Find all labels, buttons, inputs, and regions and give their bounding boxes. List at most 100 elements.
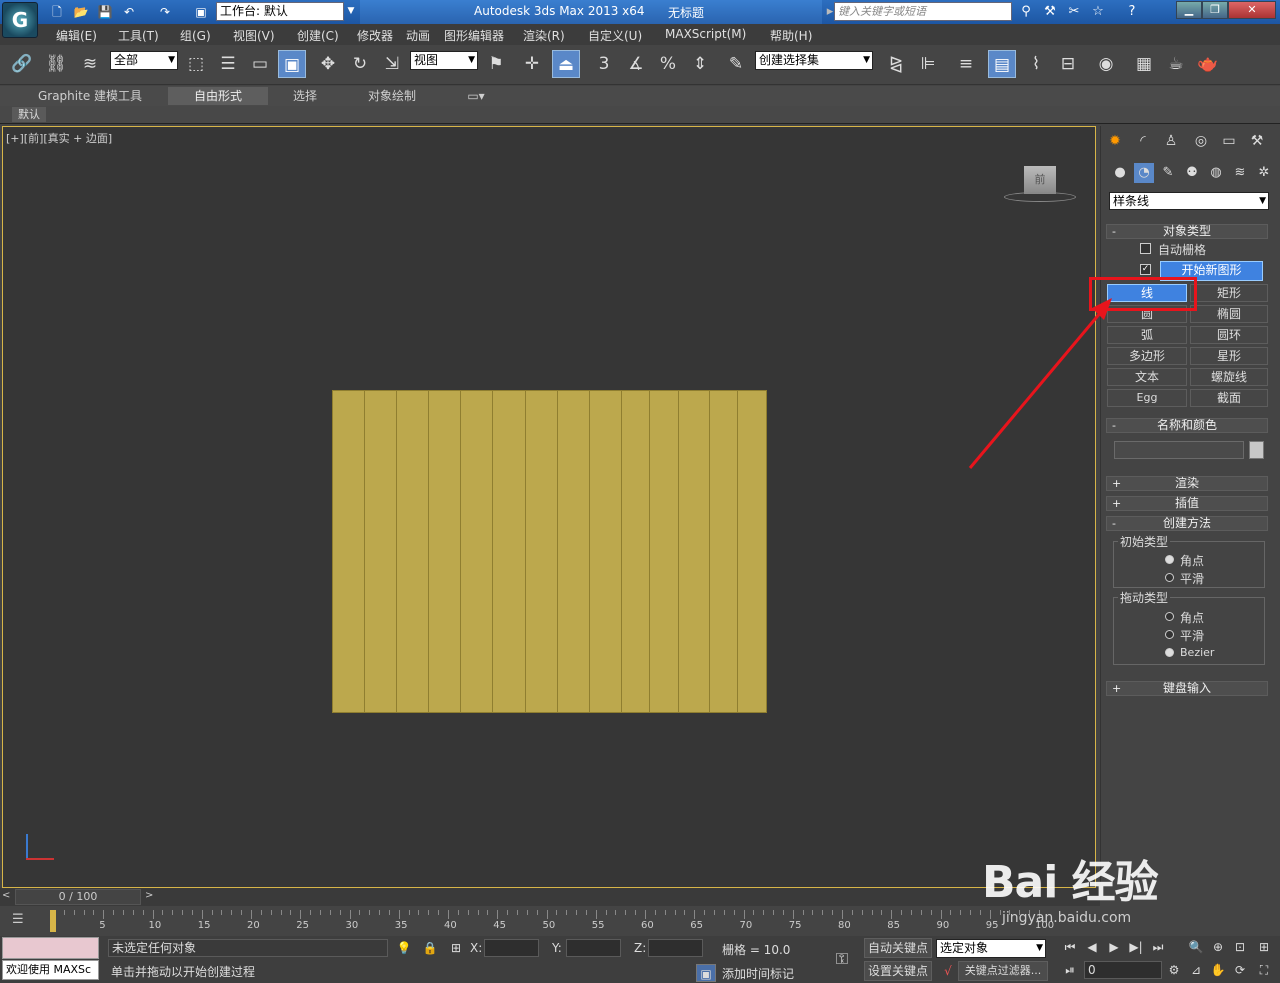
percent-snap-icon[interactable]: % — [654, 50, 682, 78]
move-icon[interactable]: ✥ — [314, 50, 342, 78]
go-end-icon[interactable]: ⏭ — [1148, 938, 1168, 956]
mirror-icon[interactable]: ⧎ — [882, 50, 910, 78]
isolate-bulb-icon[interactable]: 💡 — [394, 939, 414, 957]
help-icon[interactable]: ? — [1122, 3, 1142, 21]
angle-snap-icon[interactable]: ∡ — [622, 50, 650, 78]
absolute-mode-icon[interactable]: ⊞ — [446, 939, 466, 957]
binoculars-icon[interactable]: ⚲ — [1016, 3, 1036, 21]
tab-graphite[interactable]: Graphite 建模工具 — [30, 87, 150, 105]
autogrid-checkbox[interactable] — [1140, 243, 1151, 254]
time-next-icon[interactable]: > — [145, 890, 153, 901]
minimize-button[interactable]: ▁ — [1176, 1, 1202, 19]
app-logo-icon[interactable]: G — [2, 2, 38, 38]
rollout-object-type[interactable]: - 对象类型 — [1106, 224, 1268, 239]
lights-icon[interactable]: ✎ — [1158, 163, 1178, 183]
section-button[interactable]: 截面 — [1190, 389, 1268, 407]
tab-freeform[interactable]: 自由形式 — [168, 87, 268, 105]
menu-tools[interactable]: 工具(T) — [118, 27, 159, 44]
bind-spacewarp-icon[interactable]: ≋ — [76, 50, 104, 78]
create-panel-icon[interactable]: ✹ — [1104, 131, 1126, 151]
menu-group[interactable]: 组(G) — [180, 27, 211, 44]
time-knob[interactable] — [50, 910, 56, 932]
spinner-snap-icon[interactable]: ⇕ — [686, 50, 714, 78]
time-config-icon[interactable]: ⚙ — [1164, 961, 1184, 979]
select-by-name-icon[interactable]: ☰ — [214, 50, 242, 78]
rect-selection-icon[interactable]: ▭ — [246, 50, 274, 78]
select-object-icon[interactable]: ⬚ — [182, 50, 210, 78]
open-file-icon[interactable]: 📂 — [72, 3, 90, 21]
key-filters-button[interactable]: 关键点过滤器... — [958, 961, 1048, 981]
x-coordinate-field[interactable] — [484, 939, 539, 957]
link-icon[interactable]: 🔗 — [8, 50, 36, 78]
viewcube[interactable]: 前 — [1024, 166, 1056, 194]
key-selection-dropdown[interactable]: 选定对象 ▼ — [936, 939, 1046, 958]
set-key-button[interactable]: 设置关键点 — [864, 961, 932, 981]
current-frame-field[interactable]: 0 — [1084, 961, 1162, 979]
curve-editor-mini-icon[interactable]: ☰ — [12, 912, 32, 930]
scale-icon[interactable]: ⇲ — [378, 50, 406, 78]
utilities-panel-icon[interactable]: ⚒ — [1246, 131, 1268, 151]
subscription-icon[interactable]: ⚒ — [1040, 3, 1060, 21]
tab-object-paint[interactable]: 对象绘制 — [356, 87, 428, 105]
material-editor-icon[interactable]: ◉ — [1092, 50, 1120, 78]
rollout-rendering[interactable]: + 渲染 — [1106, 476, 1268, 491]
close-button[interactable]: ✕ — [1228, 1, 1276, 19]
wood-plank-plane[interactable] — [332, 390, 767, 713]
selection-filter-dropdown[interactable]: 全部 ▼ — [110, 51, 178, 70]
undo-icon[interactable]: ↶ — [120, 3, 138, 21]
display-panel-icon[interactable]: ▭ — [1218, 131, 1240, 151]
menu-maxscript[interactable]: MAXScript(M) — [665, 27, 746, 41]
rollout-name-color[interactable]: - 名称和颜色 — [1106, 418, 1268, 433]
maximize-viewport-icon[interactable]: ⛶ — [1254, 961, 1274, 979]
menu-animation[interactable]: 动画 — [406, 27, 430, 44]
ellipse-button[interactable]: 椭圆 — [1190, 305, 1268, 323]
play-icon[interactable]: ▶ — [1104, 938, 1124, 956]
time-prev-icon[interactable]: < — [2, 890, 10, 901]
cameras-icon[interactable]: ⚉ — [1182, 163, 1202, 183]
menu-views[interactable]: 视图(V) — [233, 27, 275, 44]
ribbon-default-tab[interactable]: 默认 — [12, 107, 46, 122]
initial-corner-radio[interactable] — [1165, 555, 1174, 564]
menu-create[interactable]: 创建(C) — [297, 27, 339, 44]
zoom-extents-all-icon[interactable]: ⊞ — [1254, 938, 1274, 956]
menu-customize[interactable]: 自定义(U) — [588, 27, 642, 44]
menu-rendering[interactable]: 渲染(R) — [523, 27, 565, 44]
graphite-toggle-icon[interactable]: ▤ — [988, 50, 1016, 78]
drag-smooth-radio[interactable] — [1165, 630, 1174, 639]
shape-category-dropdown[interactable]: 样条线 ▼ — [1109, 192, 1269, 210]
lock-selection-icon[interactable]: 🔒 — [420, 939, 440, 957]
key-filter-icon[interactable]: √ — [938, 962, 958, 980]
systems-icon[interactable]: ✲ — [1254, 163, 1274, 183]
unlink-icon[interactable]: ⛓ — [42, 50, 70, 78]
drag-bezier-radio[interactable] — [1165, 648, 1174, 657]
geometry-icon[interactable]: ● — [1110, 163, 1130, 183]
menu-modifiers[interactable]: 修改器 — [357, 27, 393, 44]
z-coordinate-field[interactable] — [648, 939, 703, 957]
workspace-dropdown[interactable]: 工作台: 默认 — [216, 2, 344, 21]
object-name-input[interactable] — [1114, 441, 1244, 459]
start-new-shape-checkbox[interactable]: ✓ — [1140, 264, 1151, 275]
align-icon[interactable]: ⊫ — [914, 50, 942, 78]
project-folder-icon[interactable]: ▣ — [192, 3, 210, 21]
edit-named-selection-icon[interactable]: ✎ — [722, 50, 750, 78]
render-setup-icon[interactable]: ▦ — [1130, 50, 1158, 78]
object-color-swatch[interactable] — [1249, 441, 1264, 459]
viewcube-ring[interactable] — [1004, 192, 1076, 202]
auto-key-button[interactable]: 自动关键点 — [864, 938, 932, 958]
maxscript-listener[interactable] — [2, 937, 99, 959]
zoom-extents-icon[interactable]: ⊡ — [1230, 938, 1250, 956]
key-icon[interactable]: ⚿ — [832, 950, 852, 968]
viewport-label[interactable]: [+][前][真实 + 边面] — [6, 130, 112, 146]
window-crossing-icon[interactable]: ▣ — [278, 50, 306, 78]
zoom-icon[interactable]: 🔍 — [1186, 938, 1206, 956]
pan-icon[interactable]: ✋ — [1208, 961, 1228, 979]
time-slider[interactable]: 0 / 100 — [15, 889, 141, 905]
restore-button[interactable]: ❐ — [1202, 1, 1228, 19]
time-tag-icon[interactable]: ▣ — [696, 964, 716, 982]
star-button[interactable]: 星形 — [1190, 347, 1268, 365]
search-input[interactable]: 键入关键字或短语 — [834, 2, 1012, 21]
menu-help[interactable]: 帮助(H) — [770, 27, 812, 44]
named-selection-dropdown[interactable]: 创建选择集 ▼ — [755, 51, 873, 70]
rollout-keyboard-entry[interactable]: + 键盘输入 — [1106, 681, 1268, 696]
favorites-star-icon[interactable]: ☆ — [1088, 3, 1108, 21]
